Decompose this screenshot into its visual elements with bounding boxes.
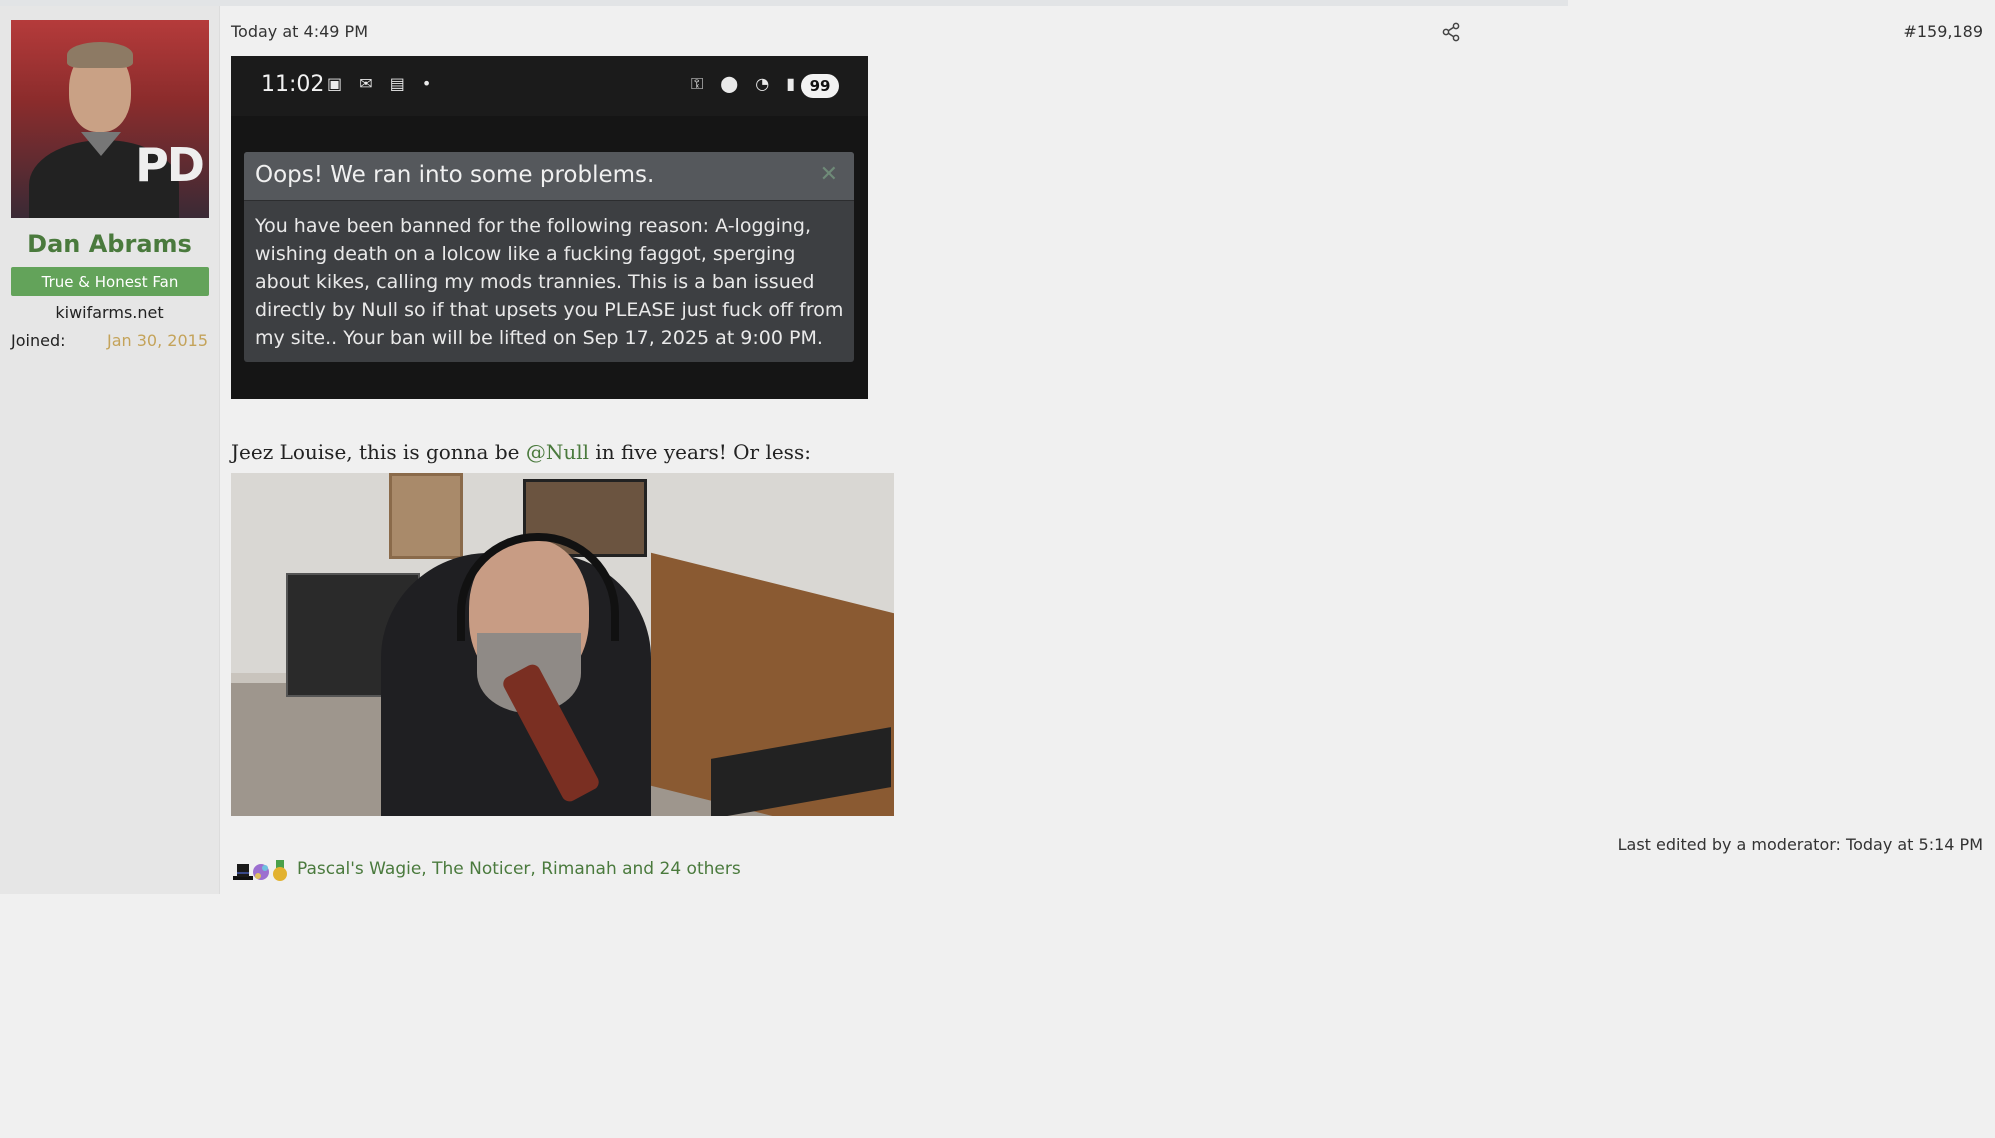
user-banner: kiwifarms.net xyxy=(55,303,164,322)
joined-date: Jan 30, 2015 xyxy=(107,331,208,350)
error-dialog: Oops! We ran into some problems. ✕ You h… xyxy=(244,152,854,362)
joined-label: Joined: xyxy=(11,331,66,350)
post-date[interactable]: Today at 4:49 PM xyxy=(231,22,368,41)
error-title: Oops! We ran into some problems. xyxy=(255,162,655,188)
reaction-icons[interactable] xyxy=(231,858,291,884)
error-dialog-header: Oops! We ran into some problems. ✕ xyxy=(244,152,854,201)
battery-icon: 99 xyxy=(801,74,839,98)
status-icons-left: ▣ ✉ ▤ • xyxy=(327,74,438,93)
avatar-logo-text: PD xyxy=(135,138,205,192)
avatar-hair xyxy=(67,42,133,68)
top-hat-icon xyxy=(233,864,253,880)
ban-screenshot-image[interactable]: 11:02 ▣ ✉ ▤ • ⚿ ⬤ ◔ ▮ 99 Oops! We ran in… xyxy=(231,56,868,399)
top-border xyxy=(0,0,1568,6)
share-icon[interactable] xyxy=(1441,22,1461,42)
post-number[interactable]: #159,189 xyxy=(1903,22,1983,41)
phone-status-bar: 11:02 ▣ ✉ ▤ • ⚿ ⬤ ◔ ▮ 99 xyxy=(231,56,868,116)
user-title-badge: True & Honest Fan xyxy=(11,267,209,296)
status-time: 11:02 xyxy=(261,72,325,97)
close-icon: ✕ xyxy=(819,162,838,187)
post-body-text: Jeez Louise, this is gonna be @Null in f… xyxy=(231,440,811,464)
medal-icon xyxy=(273,860,287,881)
stream-screenshot-image[interactable] xyxy=(231,473,894,816)
user-sidebar: PD Dan Abrams True & Honest Fan kiwifarm… xyxy=(0,6,220,894)
error-message: You have been banned for the following r… xyxy=(255,215,844,349)
post-text-before: Jeez Louise, this is gonna be xyxy=(231,440,526,464)
post-text-after: in five years! Or less: xyxy=(589,440,811,464)
username[interactable]: Dan Abrams xyxy=(0,230,219,258)
avatar[interactable]: PD xyxy=(11,20,209,218)
room-door xyxy=(389,473,463,559)
last-edited-note: Last edited by a moderator: Today at 5:1… xyxy=(1617,835,1983,854)
status-icons-right: ⚿ ⬤ ◔ ▮ xyxy=(691,74,802,93)
user-mention-link[interactable]: @Null xyxy=(526,440,589,464)
reactions-list[interactable]: Pascal's Wagie, The Noticer, Rimanah and… xyxy=(297,859,741,879)
puzzle-icon xyxy=(253,864,269,880)
